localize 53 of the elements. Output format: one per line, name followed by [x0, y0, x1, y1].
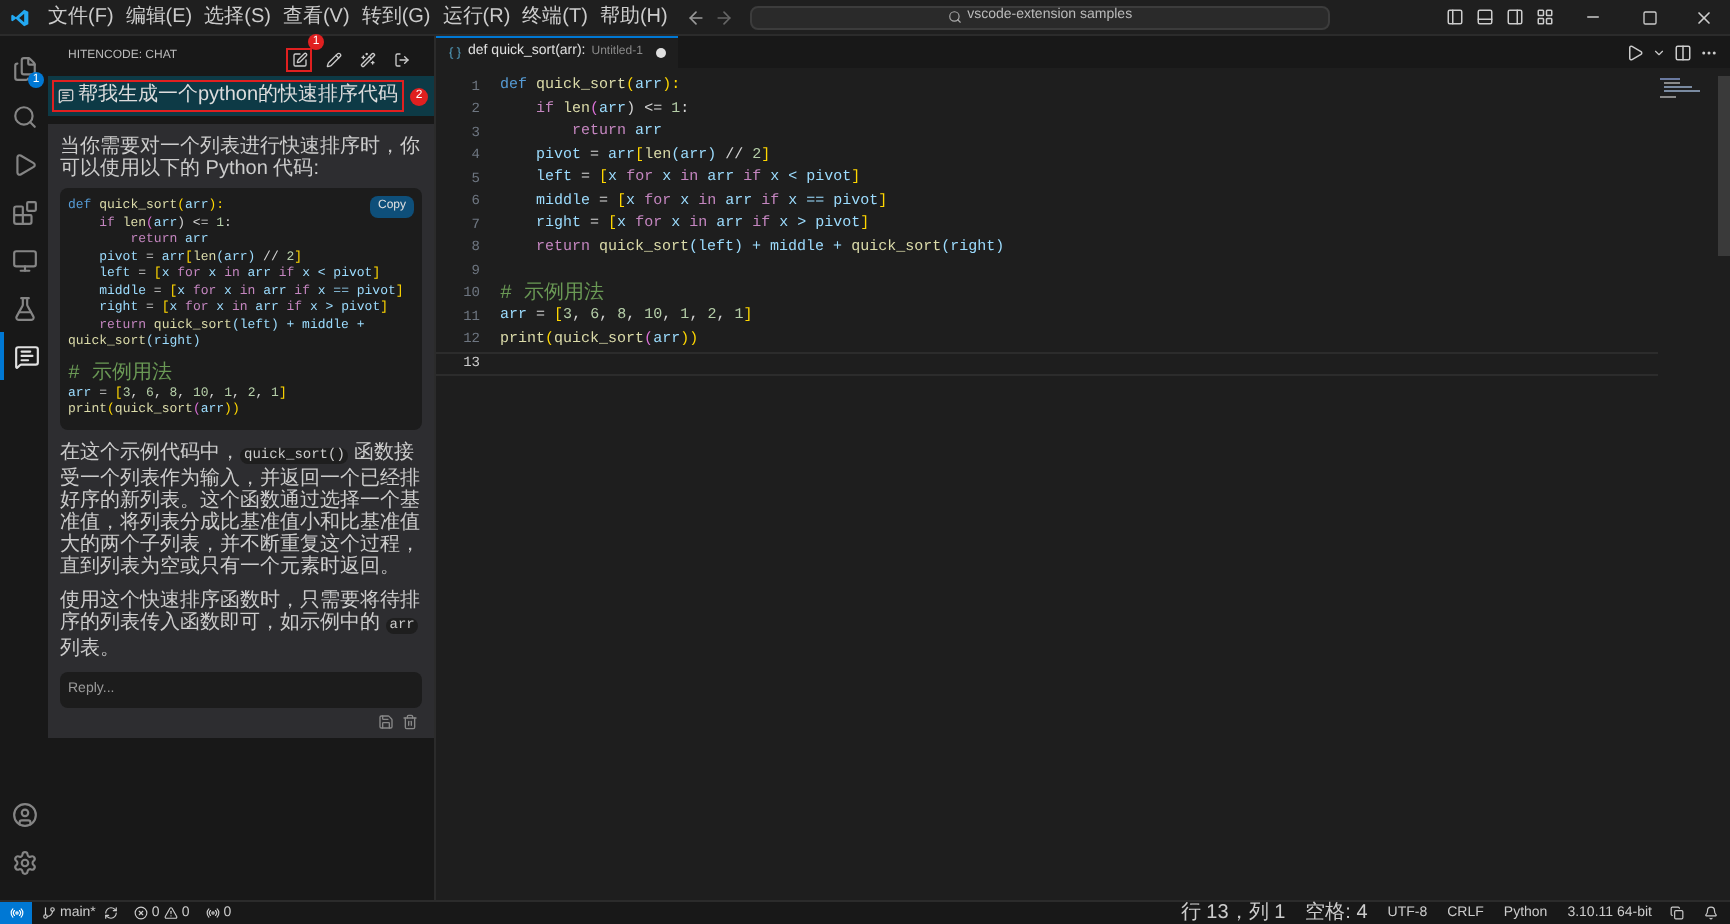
toolbar-button[interactable] — [286, 48, 312, 72]
app-logo-icon — [10, 7, 30, 27]
menu-item[interactable]: 查看(V) — [276, 2, 356, 32]
play-icon — [11, 151, 37, 177]
chat-icon — [58, 88, 74, 104]
error-icon — [133, 906, 148, 920]
back-icon[interactable] — [685, 7, 706, 27]
warning-icon — [163, 906, 178, 920]
chat-icon — [13, 343, 39, 369]
minimap-drawing — [1658, 76, 1702, 100]
menu-item[interactable]: 帮助(H) — [593, 2, 674, 32]
right-panel-layout-icon[interactable] — [1506, 8, 1524, 26]
blocks-icon — [11, 199, 37, 225]
trash-icon[interactable] — [402, 714, 418, 730]
files-icon — [11, 55, 37, 81]
layout-icon[interactable] — [1536, 8, 1554, 26]
split-editor-icon[interactable] — [1674, 43, 1692, 61]
save-icon[interactable] — [378, 714, 394, 730]
run-icon[interactable] — [1626, 43, 1644, 61]
branch-icon — [42, 906, 56, 920]
code-line: # 示例用法 — [500, 279, 605, 307]
menu-item[interactable]: 转到(G) — [355, 2, 437, 32]
menu-item[interactable]: 编辑(E) — [119, 2, 199, 32]
forward-icon[interactable] — [713, 7, 734, 27]
sync-icon[interactable] — [103, 906, 118, 920]
remote-button[interactable] — [0, 902, 32, 924]
menu-item[interactable]: 文件(F) — [42, 2, 120, 32]
antenna-icon — [205, 906, 220, 920]
menu-item[interactable]: 终端(T) — [516, 2, 594, 32]
search-icon — [947, 10, 962, 24]
pencil-icon — [325, 52, 341, 68]
exit-icon — [393, 52, 409, 68]
caret-icon[interactable] — [1652, 45, 1666, 59]
settings-icon[interactable] — [11, 850, 37, 876]
scrollbar[interactable] — [1718, 76, 1730, 256]
monitor-icon — [11, 247, 37, 273]
question-text: 帮我生成一个python的快速排序代码 — [78, 84, 399, 108]
maximize-icon[interactable] — [1642, 9, 1658, 25]
new-chat-icon — [291, 52, 307, 68]
search-icon — [11, 103, 37, 129]
status-item[interactable]: 行 13，列 1 — [1180, 903, 1286, 923]
menu-item[interactable]: 选择(S) — [198, 2, 277, 32]
bell-icon[interactable] — [1704, 906, 1718, 920]
account-icon[interactable] — [11, 802, 37, 828]
menu-item[interactable]: 运行(R) — [436, 2, 517, 32]
flask-icon — [11, 295, 37, 321]
status-item[interactable]: 空格: 4 — [1305, 903, 1368, 923]
answer-paragraph: 当你需要对一个列表进行快速排序时，你可以使用以下的 Python 代码: — [60, 136, 422, 180]
remote-icon — [9, 906, 23, 920]
sidebar-layout-icon[interactable] — [1446, 8, 1464, 26]
close-icon[interactable] — [1694, 7, 1714, 27]
wand-icon — [359, 52, 375, 68]
panel-layout-icon[interactable] — [1476, 8, 1494, 26]
